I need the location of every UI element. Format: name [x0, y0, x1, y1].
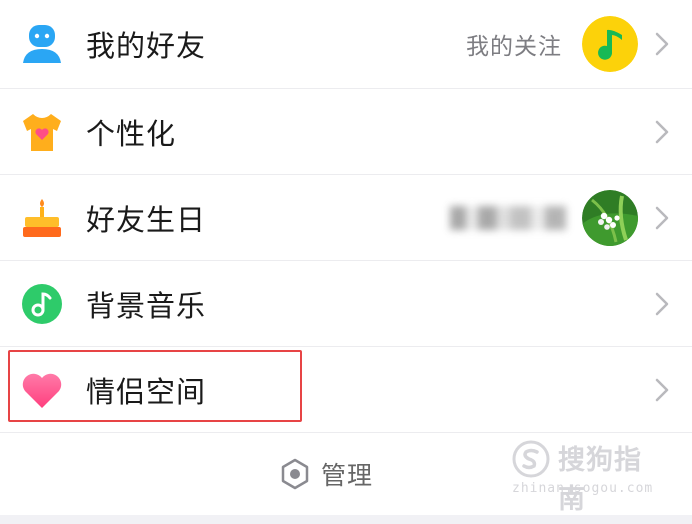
blurred-friend-name	[450, 205, 566, 230]
qq-music-icon	[582, 16, 638, 72]
menu-item-label: 我的好友	[86, 29, 207, 63]
highlight-box	[8, 350, 302, 422]
watermark-name: 搜狗指南	[558, 445, 642, 515]
hexagon-settings-icon	[281, 458, 309, 490]
my-follows-text: 我的关注	[466, 34, 562, 60]
chevron-right-icon	[655, 378, 669, 401]
manage-label: 管理	[320, 461, 373, 490]
watermark: 搜狗指南 zhinan.sogou.com	[508, 434, 668, 515]
person-icon	[23, 25, 61, 63]
chevron-right-icon	[655, 32, 669, 56]
tshirt-heart-icon	[23, 113, 61, 151]
menu-item-my-friends[interactable]: 我的好友 我的关注	[0, 0, 692, 89]
menu-item-label: 背景音乐	[86, 288, 207, 323]
chevron-right-icon	[655, 120, 669, 143]
lily-of-the-valley-photo	[582, 189, 638, 246]
bottom-divider	[0, 515, 692, 524]
menu-item-friend-birthday[interactable]: 好友生日	[0, 175, 692, 261]
avatar	[582, 16, 638, 72]
watermark-url: zhinan.sogou.com	[512, 481, 654, 496]
menu-item-personalization[interactable]: 个性化	[0, 89, 692, 175]
menu-item-label: 个性化	[86, 116, 177, 151]
avatar	[582, 189, 638, 246]
sogou-logo-icon	[512, 440, 550, 478]
menu-item-label: 好友生日	[86, 202, 207, 237]
music-note-icon	[22, 283, 62, 324]
chevron-right-icon	[655, 292, 669, 315]
chevron-right-icon	[655, 206, 669, 229]
menu-item-background-music[interactable]: 背景音乐	[0, 261, 692, 347]
birthday-cake-icon	[23, 198, 61, 237]
